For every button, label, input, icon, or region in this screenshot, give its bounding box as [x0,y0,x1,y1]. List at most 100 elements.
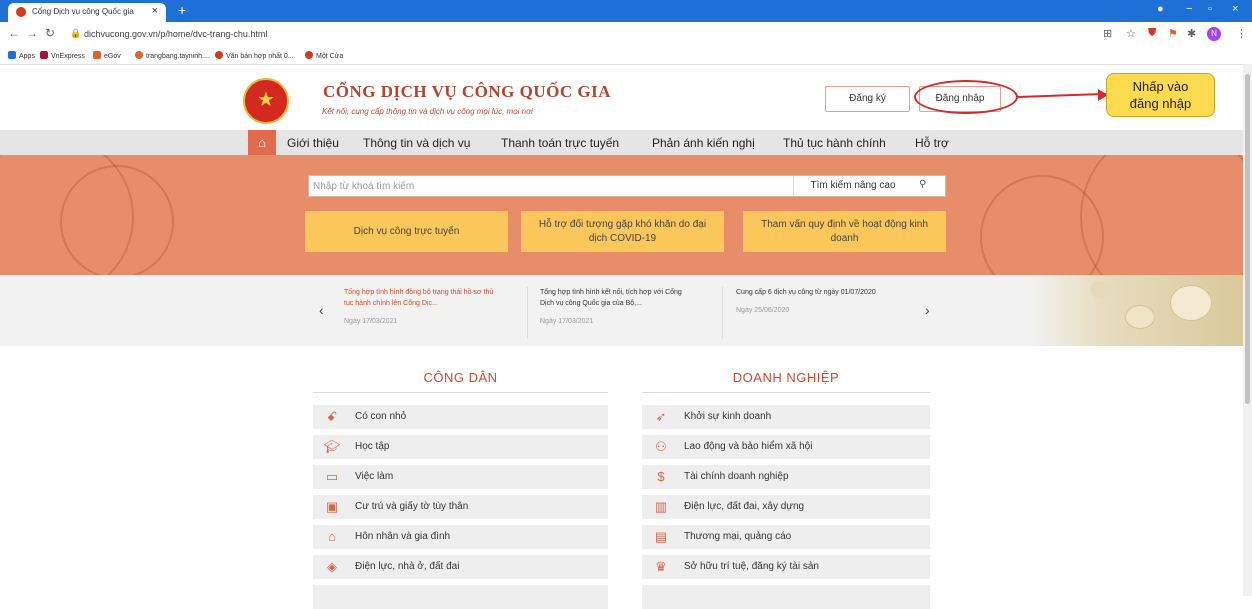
citizen-item-hoc-tap[interactable]: 🎓︎ Học tập [313,435,608,459]
search-input[interactable]: Nhập từ khoá tìm kiếm [313,181,414,192]
workers-icon: ⚇ [655,439,667,454]
list-item-label: Sở hữu trí tuệ, đăng ký tài sản [684,561,819,572]
bookmarks-bar: Apps VnExpress eGov trangbang.tayninh...… [0,48,1252,65]
bookmark-egov[interactable]: eGov [93,51,121,60]
news-divider [722,287,723,339]
bookmark-apps[interactable]: Apps [8,51,35,60]
search-box[interactable]: Nhập từ khoá tìm kiếm Tìm kiếm nâng cao … [308,175,946,197]
puzzle-icon[interactable]: ✱ [1187,27,1196,40]
trophy-icon: ♛ [655,559,667,574]
translate-icon[interactable]: ⊞ [1103,27,1112,40]
maximize-button[interactable]: ▫ [1208,3,1212,15]
billboard-icon: ▤ [654,529,668,544]
list-item-label: Tài chính doanh nghiệp [684,471,789,482]
reload-icon[interactable]: ↻ [45,26,55,40]
land-house-icon: ◈ [327,559,337,574]
search-icon[interactable]: ⚲ [919,179,926,190]
new-tab-button[interactable]: + [178,2,186,18]
tab-title: Cổng Dịch vụ công Quốc gia [32,7,134,16]
apps-grid-icon [8,51,16,59]
list-item-label: Thương mại, quảng cáo [684,531,792,542]
briefcase-icon: ▭ [325,469,339,484]
business-item-khoi-su[interactable]: ➶ Khởi sự kinh doanh [642,405,930,429]
news-title[interactable]: Tổng hợp tình hình kết nối, tích hợp với… [540,287,690,309]
close-tab-icon[interactable]: × [152,5,158,17]
national-emblem-logo[interactable]: ★ [243,78,289,124]
site-favicon-icon [16,7,26,17]
register-button[interactable]: Đăng ký [825,86,910,112]
menu-item-phan-anh[interactable]: Phản ánh kiến nghị [652,136,755,150]
dollar-coin-icon: $ [657,469,665,484]
callout-line-1: Nhấp vào [1132,79,1189,94]
lock-icon: 🔒 [70,28,82,38]
citizen-item-hon-nhan[interactable]: ⌂ Hôn nhân và gia đình [313,525,608,549]
menu-item-thu-tuc[interactable]: Thủ tục hành chính [783,136,886,150]
news-title[interactable]: Tổng hợp tình hình đồng bộ trạng thái hồ… [344,287,494,309]
list-item-label: Lao động và bảo hiểm xã hội [684,441,813,452]
motcua-icon [305,51,313,59]
business-section-title[interactable]: DOANH NGHIỆP [642,370,930,385]
bookmark-star-icon[interactable]: ☆ [1126,27,1136,40]
business-item-so-huu[interactable]: ♛ Sở hữu trí tuệ, đăng ký tài sản [642,555,930,579]
list-item-label: Có con nhỏ [355,411,407,422]
extension-icon[interactable]: ⚑ [1168,27,1178,40]
home-icon[interactable]: ⌂ [248,130,276,155]
citizen-item-partial[interactable] [313,585,608,609]
list-item-label: Cư trú và giấy tờ tùy thân [355,501,469,512]
business-consult-button[interactable]: Tham vấn quy định về hoạt động kinh doan… [743,211,946,252]
annotation-arrow-line [1017,92,1106,98]
lotus-bud-icon [1090,281,1112,299]
close-window-button[interactable]: × [1232,3,1238,15]
profile-avatar[interactable]: N [1207,27,1221,41]
callout-line-2: đăng nhập [1129,96,1192,111]
list-item-label: Điện lực, nhà ở, đất đai [355,561,460,572]
online-services-button[interactable]: Dịch vụ công trực tuyến [305,211,508,252]
list-item-label: Điện lực, đất đai, xây dựng [684,501,805,512]
shield-extension-icon[interactable]: ⛊ [1148,27,1156,40]
news-item[interactable]: Tổng hợp tình hình đồng bộ trạng thái hồ… [344,287,494,325]
bookmark-trangbang[interactable]: trangbang.tayninh.... [135,51,210,60]
back-icon[interactable]: ← [8,26,20,40]
business-item-dien-luc[interactable]: ▥ Điện lực, đất đai, xây dựng [642,495,930,519]
advanced-search-button[interactable]: Tìm kiếm nâng cao [793,176,912,196]
business-item-lao-dong[interactable]: ⚇ Lao động và bảo hiểm xã hội [642,435,930,459]
citizen-item-co-con-nho[interactable]: ꗃ Có con nhỏ [313,405,608,429]
citizen-item-cu-tru[interactable]: ▣ Cư trú và giấy tờ tùy thân [313,495,608,519]
site-subtitle: Kết nối, cung cấp thông tin và dịch vụ c… [322,107,533,116]
news-date: Ngày 25/06/2020 [736,307,790,314]
news-item[interactable]: Tổng hợp tình hình kết nối, tích hợp với… [540,287,690,325]
list-item-label: Học tập [355,441,390,452]
news-item[interactable]: Cung cấp 6 dịch vụ công từ ngày 01/07/20… [736,287,886,314]
scrollbar-thumb[interactable] [1245,74,1250,404]
forward-icon[interactable]: → [26,26,38,40]
menu-item-ho-tro[interactable]: Hỗ trợ [915,136,949,150]
business-title-divider [642,392,930,393]
url-text: dichvucong.gov.vn/p/home/dvc-trang-chu.h… [84,29,268,39]
business-item-partial[interactable] [642,585,930,609]
news-prev-arrow-icon[interactable]: ‹ [319,302,324,318]
minimize-button[interactable]: − [1186,3,1192,15]
lotus-flower-icon [1125,305,1155,329]
citizen-item-viec-lam[interactable]: ▭ Việc làm [313,465,608,489]
address-bar[interactable]: 🔒 dichvucong.gov.vn/p/home/dvc-trang-chu… [70,26,1090,43]
menu-item-thong-tin-dich-vu[interactable]: Thông tin và dịch vụ [363,136,470,150]
news-title[interactable]: Cung cấp 6 dịch vụ công từ ngày 01/07/20… [736,287,886,298]
site-title[interactable]: CỔNG DỊCH VỤ CÔNG QUỐC GIA [323,82,611,102]
citizen-item-dien-luc[interactable]: ◈ Điện lực, nhà ở, đất đai [313,555,608,579]
browser-tab-bar: Cổng Dịch vụ công Quốc gia × + ● − ▫ × [0,0,1252,22]
business-item-tai-chinh[interactable]: $ Tài chính doanh nghiệp [642,465,930,489]
business-item-thuong-mai[interactable]: ▤ Thương mại, quảng cáo [642,525,930,549]
bookmark-vanban[interactable]: Văn bản hợp nhất 0... [215,51,294,60]
bookmark-motcua[interactable]: Một Cửa [305,51,343,60]
annotation-callout: Nhấp vào đăng nhập [1106,73,1215,117]
menu-kebab-icon[interactable]: ⋮ [1236,27,1247,40]
bronze-drum-pattern [1080,155,1243,275]
menu-item-thanh-toan[interactable]: Thanh toán trực tuyến [501,136,619,150]
menu-item-gioi-thieu[interactable]: Giới thiệu [287,136,339,150]
citizen-section-title[interactable]: CÔNG DÂN [313,370,608,385]
citizen-title-divider [313,392,608,393]
browser-tab[interactable]: Cổng Dịch vụ công Quốc gia × [8,3,166,22]
news-next-arrow-icon[interactable]: › [925,302,930,318]
covid-support-button[interactable]: Hỗ trợ đối tượng gặp khó khăn do đại dịc… [521,211,724,252]
bookmark-vnexpress[interactable]: VnExpress [40,51,85,60]
